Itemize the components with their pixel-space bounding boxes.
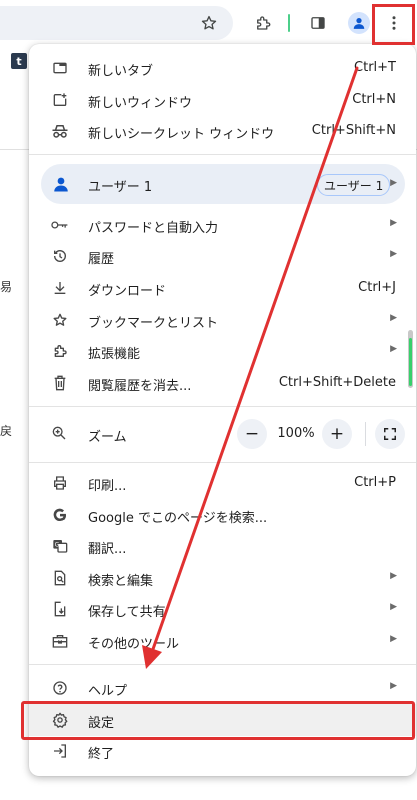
annotation-highlight-menu-button (372, 4, 415, 45)
menu-item-label: Google でこのページを検索... (88, 511, 268, 526)
menu-item-label: その他のツール (88, 637, 180, 652)
new-window-icon (51, 91, 69, 109)
zoom-in-button[interactable]: + (322, 419, 352, 449)
zoom-out-button[interactable]: − (237, 419, 267, 449)
page-edge-text: 易 (0, 280, 13, 294)
chevron-right-icon: ▶ (390, 571, 397, 581)
menu-item-shortcut: Ctrl+T (354, 60, 396, 75)
menu-item-label: 閲覧履歴を消去... (88, 379, 192, 394)
menu-item-print[interactable]: 印刷... Ctrl+P (29, 467, 416, 499)
menu-item-passwords[interactable]: パスワードと自動入力 ▶ (29, 209, 416, 241)
menu-item-label: 保存して共有 (88, 605, 166, 620)
exit-icon (51, 742, 69, 760)
extensions-icon[interactable] (250, 10, 276, 36)
user-avatar-icon (51, 174, 71, 194)
menu-item-downloads[interactable]: ダウンロード Ctrl+J (29, 272, 416, 304)
save-share-icon (51, 600, 69, 618)
menu-item-clear-data[interactable]: 閲覧履歴を消去... Ctrl+Shift+Delete (29, 367, 416, 399)
menu-divider (29, 462, 416, 463)
menu-item-label: 新しいシークレット ウィンドウ (88, 127, 275, 142)
page-edge-text: 戻 (0, 424, 13, 438)
new-tab-icon (51, 59, 69, 77)
menu-item-label: ヘルプ (88, 684, 128, 699)
menu-item-label: 新しいタブ (88, 64, 154, 79)
menu-item-label: 終了 (88, 747, 115, 762)
key-icon (51, 216, 69, 234)
browser-toolbar (0, 0, 417, 44)
chevron-right-icon: ▶ (390, 313, 397, 323)
profile-name: ユーザー 1 (88, 180, 153, 195)
menu-item-incognito[interactable]: 新しいシークレット ウィンドウ Ctrl+Shift+N (29, 115, 416, 147)
menu-item-shortcut: Ctrl+J (358, 280, 396, 295)
menu-divider (29, 406, 416, 407)
menu-item-new-tab[interactable]: 新しいタブ Ctrl+T (29, 52, 416, 84)
toolbox-icon (51, 632, 69, 650)
chevron-right-icon: ▶ (390, 634, 397, 644)
menu-item-label: 拡張機能 (88, 347, 141, 362)
menu-item-find-edit[interactable]: 検索と編集 ▶ (29, 562, 416, 594)
zoom-icon (51, 425, 67, 445)
menu-item-label: ダウンロード (88, 284, 167, 299)
toolbar-divider (288, 14, 290, 32)
svg-text:G: G (55, 542, 60, 549)
menu-item-label: 印刷... (88, 479, 127, 494)
google-g-icon (51, 506, 69, 524)
profile-chip: ユーザー 1 (317, 174, 391, 196)
star-outline-icon (51, 311, 69, 329)
tumblr-bookmark-icon[interactable]: t (11, 53, 27, 69)
menu-item-label: 新しいウィンドウ (88, 96, 193, 111)
chevron-right-icon: ▶ (390, 344, 397, 354)
menu-item-shortcut: Ctrl+Shift+Delete (278, 375, 396, 390)
help-icon (51, 679, 69, 697)
printer-icon (51, 474, 69, 492)
menu-item-bookmarks[interactable]: ブックマークとリスト ▶ (29, 304, 416, 336)
chrome-main-menu: 新しいタブ Ctrl+T 新しいウィンドウ Ctrl+N 新しいシークレット ウ… (29, 44, 416, 776)
chevron-right-icon: ▶ (390, 249, 397, 259)
download-icon (51, 279, 69, 297)
incognito-icon (51, 122, 69, 140)
menu-item-new-window[interactable]: 新しいウィンドウ Ctrl+N (29, 84, 416, 116)
find-in-page-icon (51, 569, 69, 587)
menu-item-label: 翻訳... (88, 542, 127, 557)
puzzle-icon (51, 342, 69, 360)
zoom-row: ズーム − 100% + (29, 416, 416, 452)
menu-item-label: 履歴 (88, 252, 115, 267)
menu-item-help[interactable]: ヘルプ ▶ (29, 672, 416, 704)
zoom-value: 100% (277, 426, 315, 441)
menu-item-extensions[interactable]: 拡張機能 ▶ (29, 335, 416, 367)
chevron-right-icon: ▶ (390, 178, 397, 188)
fullscreen-button[interactable] (375, 419, 405, 449)
side-panel-icon[interactable] (305, 10, 331, 36)
menu-item-google-search[interactable]: Google でこのページを検索... (29, 499, 416, 531)
menu-item-shortcut: Ctrl+Shift+N (311, 123, 396, 138)
menu-item-shortcut: Ctrl+P (354, 475, 396, 490)
chevron-right-icon: ▶ (390, 681, 397, 691)
zoom-divider (365, 422, 366, 446)
trash-icon (51, 374, 69, 392)
menu-item-label: パスワードと自動入力 (88, 221, 219, 236)
history-icon (51, 247, 69, 265)
menu-item-more-tools[interactable]: その他のツール ▶ (29, 625, 416, 657)
menu-item-label: ブックマークとリスト (88, 316, 219, 331)
star-icon[interactable] (196, 10, 222, 36)
annotation-highlight-settings (21, 701, 415, 740)
chevron-right-icon: ▶ (390, 602, 397, 612)
menu-divider (29, 664, 416, 665)
menu-item-profile[interactable]: ユーザー 1 ユーザー 1 ▶ (41, 164, 405, 204)
menu-item-label: 検索と編集 (88, 574, 154, 589)
menu-item-shortcut: Ctrl+N (352, 92, 396, 107)
menu-item-save-share[interactable]: 保存して共有 ▶ (29, 593, 416, 625)
profile-icon[interactable] (346, 10, 372, 36)
scroll-indicator (409, 338, 412, 386)
fullscreen-icon (384, 428, 396, 440)
menu-item-history[interactable]: 履歴 ▶ (29, 240, 416, 272)
translate-icon: G (51, 537, 69, 555)
chevron-right-icon: ▶ (390, 218, 397, 228)
zoom-label: ズーム (88, 430, 127, 445)
menu-divider (29, 154, 416, 155)
menu-item-translate[interactable]: G 翻訳... (29, 530, 416, 562)
